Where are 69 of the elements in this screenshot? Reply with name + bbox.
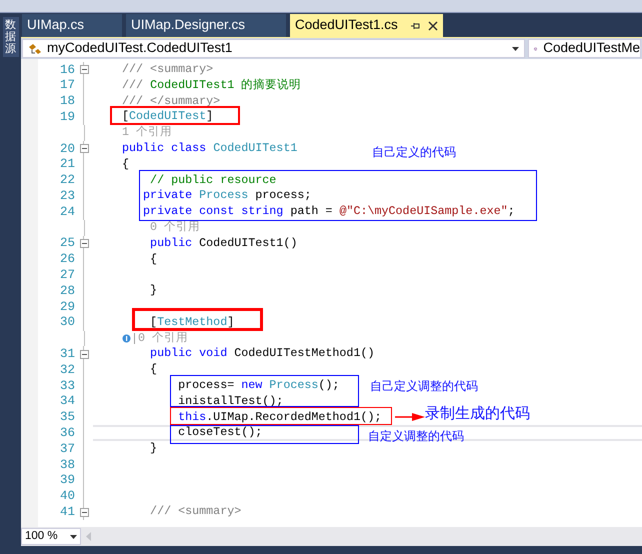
code-line: /// <summary> [121,64,214,76]
line-number: 20 [58,142,75,156]
collapse-icon[interactable] [80,144,88,154]
code-line: closeTest(); [177,427,262,440]
member-dropdown[interactable]: CodedUITestMe [528,39,641,58]
line-number: 17 [58,79,75,92]
line-number: 19 [58,111,75,124]
line-number: 32 [58,364,75,376]
caret-icon [70,534,77,538]
code-line: public void CodedUITestMethod1() [149,348,374,360]
caret-icon [512,46,519,50]
line-number: 18 [58,95,75,108]
code-line: public class CodedUITest1 [121,143,298,155]
pin-icon[interactable] [410,20,420,30]
line-number: 26 [58,253,75,266]
code-line: [TestMethod] [149,316,234,328]
code-line: [CodedUITest] [121,111,214,124]
line-number: 16 [58,64,75,76]
line-number: 28 [58,284,75,298]
line-number: 36 [58,426,75,440]
class-icon [28,42,42,54]
code-line: // public resource [149,174,276,186]
editor-tab[interactable]: UIMap.cs [22,14,122,37]
annotation-note: 自定义调整的代码 [368,430,464,442]
code-line: { [149,254,158,266]
line-number: 35 [58,411,75,424]
line-number: 25 [58,237,75,250]
line-number: 34 [58,395,75,408]
editor-tab[interactable]: UIMap.Designer.cs [126,14,286,37]
code-line: /// CodedUITest1 的摘要说明 [121,80,302,92]
collapse-icon[interactable] [80,65,88,74]
test-status-icon[interactable] [122,334,131,343]
type-dropdown[interactable]: myCodedUITest.CodedUITest1 [22,39,525,58]
code-line: } [149,285,158,297]
code-line: { [149,364,158,376]
line-number: 21 [58,158,75,171]
code-line: /// </summary> [121,96,220,108]
code-line: { [121,158,130,171]
code-line: inistallTest(); [177,396,284,408]
line-number: 23 [58,190,75,203]
code-line: private Process process; [142,190,312,202]
collapse-icon[interactable] [80,508,88,517]
line-number: 40 [58,490,75,503]
collapse-icon[interactable] [80,350,88,359]
line-number: 39 [58,474,75,487]
annotation-note: 自己定义的代码 [372,146,456,158]
code-line: private const string path = @"C:\myCodeUISample.exe"; [142,206,515,218]
line-number: 41 [58,506,75,518]
code-line: } [149,443,158,455]
close-icon[interactable] [428,20,438,30]
line-number: 22 [58,174,75,187]
code-line: process= new Process(); [177,380,340,392]
line-number: 30 [58,316,75,329]
collapse-icon[interactable] [80,239,88,248]
side-panel-tab[interactable]: 数据源 [2,17,18,58]
annotation-note: 自己定义调整的代码 [370,380,478,392]
zoom-dropdown[interactable]: 100 % [21,528,81,545]
line-number: 29 [58,300,75,314]
line-number: 27 [58,269,75,282]
line-number: 37 [58,442,75,456]
line-number: 24 [58,206,75,218]
editor-tab[interactable]: CodedUITest1.cs [290,14,443,37]
line-number: 31 [58,348,75,360]
line-number: 33 [58,380,75,392]
code-line: public CodedUITest1() [149,238,298,250]
code-line: /// <summary> [149,506,242,518]
annotation-note: 录制生成的代码 [425,406,530,421]
code-line: this.UIMap.RecordedMethod1(); [177,412,382,424]
line-number: 38 [58,458,75,472]
